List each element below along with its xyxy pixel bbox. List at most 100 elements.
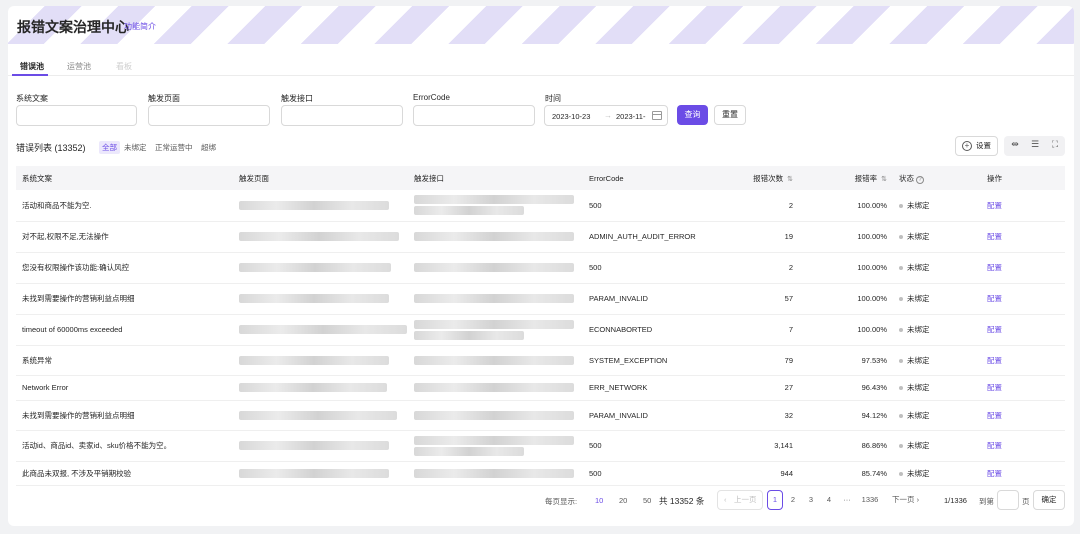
date-separator: →: [604, 111, 612, 120]
configure-link[interactable]: 配置: [987, 263, 1002, 272]
calendar-icon[interactable]: [652, 111, 662, 120]
cell-count: 944: [705, 461, 799, 486]
configure-link[interactable]: 配置: [987, 325, 1002, 334]
cell-count: 27: [705, 375, 799, 401]
plus-circle-icon: +: [962, 141, 972, 151]
cell-action: 配置: [981, 375, 1065, 401]
col-header-rate[interactable]: 报错率 ⇅: [799, 166, 893, 190]
sort-icon[interactable]: ⇅: [881, 176, 887, 183]
errorcode-input[interactable]: [413, 105, 535, 126]
cell-count: 2: [705, 252, 799, 284]
cell-count: 3,141: [705, 430, 799, 462]
main-card: 错误池 运营池 看板 系统文案 触发页面 触发接口 ErrorCode 时间 2…: [8, 44, 1074, 526]
status-filter-unbound[interactable]: 未绑定: [124, 142, 147, 153]
cell-system-text: 未找到需要操作的营销利益点明细: [16, 400, 233, 431]
cell-trigger-page: [233, 283, 408, 315]
tab-error-pool[interactable]: 错误池: [20, 61, 44, 72]
page-size-20[interactable]: 20: [619, 496, 627, 505]
cell-trigger-api: [408, 190, 583, 222]
cell-status: 未绑定: [893, 221, 981, 253]
col-header-status: 状态?: [893, 166, 981, 190]
cell-count: 32: [705, 400, 799, 431]
cell-rate: 86.86%: [799, 430, 893, 462]
status-filter-overbound[interactable]: 超绑: [201, 142, 216, 153]
page-1[interactable]: 1: [767, 490, 783, 510]
cell-count: 79: [705, 345, 799, 376]
tab-dashboard: 看板: [116, 62, 132, 71]
redacted-blur: [239, 201, 389, 210]
goto-confirm-button[interactable]: 确定: [1033, 490, 1065, 510]
cell-trigger-api: [408, 345, 583, 376]
configure-link[interactable]: 配置: [987, 294, 1002, 303]
page-unit-label: 页: [1022, 497, 1030, 506]
cell-trigger-api: [408, 252, 583, 284]
cell-trigger-api: [408, 283, 583, 315]
configure-link[interactable]: 配置: [987, 383, 1002, 392]
redacted-blur: [239, 263, 391, 273]
sort-icon[interactable]: ⇅: [787, 176, 793, 183]
page-2[interactable]: 2: [785, 490, 801, 510]
status-dot-icon: [899, 471, 903, 476]
date-range-picker[interactable]: 2023-10-23 → 2023-11-: [544, 105, 668, 126]
column-width-icon[interactable]: ⇹: [1008, 139, 1022, 150]
trigger-page-input[interactable]: [148, 105, 270, 126]
page-last[interactable]: 1336: [860, 490, 880, 510]
status-dot-icon: [899, 386, 903, 391]
system-text-input[interactable]: [16, 105, 137, 126]
redacted-blur: [239, 383, 387, 393]
col-header: ErrorCode: [583, 166, 705, 190]
search-button[interactable]: 查询: [677, 105, 708, 125]
cell-rate: 96.43%: [799, 375, 893, 401]
table-row: 此商品未双报, 不涉及平销期校验 500 944 85.74% 未绑定 配置: [16, 461, 1065, 486]
cell-count: 2: [705, 190, 799, 222]
date-start[interactable]: 2023-10-23: [552, 112, 590, 121]
configure-link[interactable]: 配置: [987, 356, 1002, 365]
configure-link[interactable]: 配置: [987, 411, 1002, 420]
settings-button[interactable]: + 设置: [955, 136, 998, 156]
page-size-10[interactable]: 10: [595, 496, 603, 505]
redacted-blur: [414, 294, 574, 303]
page-size-50[interactable]: 50: [643, 496, 651, 505]
tab-ops-pool[interactable]: 运营池: [67, 61, 91, 72]
cell-trigger-page: [233, 400, 408, 431]
table-row: 未找到需要操作的营销利益点明细 PARAM_INVALID 57 100.00% 未绑定…: [16, 283, 1065, 315]
cell-errorcode: 500: [583, 461, 705, 486]
page-3[interactable]: 3: [803, 490, 819, 510]
tab-bar: 错误池 运营池 看板: [8, 58, 1074, 76]
redacted-blur: [414, 468, 574, 478]
intro-link[interactable]: 功能简介: [124, 21, 156, 32]
configure-link[interactable]: 配置: [987, 441, 1002, 450]
fullscreen-icon[interactable]: ⛶: [1048, 139, 1062, 150]
goto-page-input[interactable]: [997, 490, 1019, 510]
help-circle-icon[interactable]: ?: [916, 175, 924, 184]
next-page-button[interactable]: 下一页 ›: [892, 490, 919, 510]
reset-button[interactable]: 重置: [714, 105, 746, 125]
status-dot-icon: [899, 297, 903, 302]
table-row: 未找到需要操作的营销利益点明细 PARAM_INVALID 32 94.12% 未绑定配…: [16, 400, 1065, 431]
redacted-blur: [239, 468, 389, 478]
cell-rate: 100.00%: [799, 221, 893, 253]
cell-action: 配置: [981, 283, 1065, 315]
page-ellipsis[interactable]: ···: [839, 490, 855, 510]
status-filter-active[interactable]: 正常运营中: [155, 142, 193, 153]
trigger-api-input[interactable]: [281, 105, 403, 126]
chevron-right-icon: ›: [916, 495, 920, 504]
density-icon[interactable]: ☰: [1028, 139, 1042, 150]
configure-link[interactable]: 配置: [987, 232, 1002, 241]
date-end[interactable]: 2023-11-: [616, 112, 645, 121]
cell-trigger-page: [233, 252, 408, 284]
cell-errorcode: 500: [583, 252, 705, 284]
status-filter-all[interactable]: 全部: [99, 141, 120, 154]
cell-trigger-api: [408, 221, 583, 253]
page-4[interactable]: 4: [821, 490, 837, 510]
cell-rate: 97.53%: [799, 345, 893, 376]
cell-action: 配置: [981, 400, 1065, 431]
redacted-blur: [239, 325, 407, 335]
cell-trigger-page: [233, 461, 408, 486]
configure-link[interactable]: 配置: [987, 469, 1002, 478]
col-header-count[interactable]: 报错次数 ⇅: [705, 166, 799, 190]
cell-action: 配置: [981, 430, 1065, 462]
configure-link[interactable]: 配置: [987, 201, 1002, 210]
status-dot-icon: [899, 413, 903, 418]
cell-errorcode: 500: [583, 190, 705, 222]
